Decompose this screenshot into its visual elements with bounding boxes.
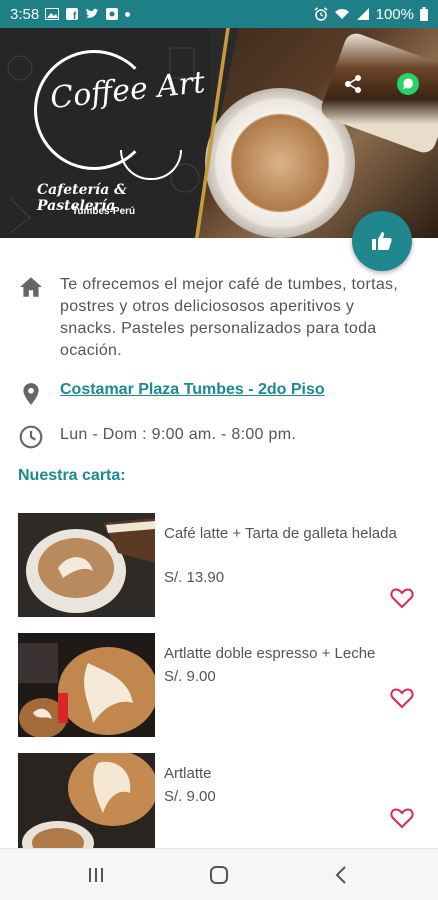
recent-apps-icon[interactable] [84,863,108,887]
menu-item[interactable]: Artlatte S/. 9.00 [18,753,428,848]
battery-icon [420,7,428,21]
menu-item-price: S/. 9.00 [164,668,216,685]
back-icon[interactable] [330,863,354,887]
alarm-icon [314,7,328,21]
status-bar: 3:58 f 100% [0,0,438,28]
menu-item[interactable]: Artlatte doble espresso + Leche S/. 9.00 [18,633,428,737]
thumbs-up-icon [372,232,392,250]
clock-icon [19,425,43,449]
heart-icon[interactable] [390,687,414,709]
menu-item-photo [18,753,155,848]
logo-location: Tumbes-Perú [72,206,136,217]
wifi-icon [334,9,349,19]
heart-icon[interactable] [390,807,414,829]
hours-text: Lun - Dom : 9:00 am. - 8:00 pm. [60,426,297,443]
menu-title: Nuestra carta: [18,467,126,484]
description-text: Te ofrecemos el mejor café de tumbes, to… [60,276,399,359]
location-pin-icon [23,383,39,405]
hero-banner: Coffee Art Cafetería & Pastelería Tumbes… [0,28,438,238]
hours-row: Lun - Dom : 9:00 am. - 8:00 pm. [18,424,296,450]
latte-cake-photo [18,513,155,617]
menu-item-price: S/. 9.00 [164,788,216,805]
menu-item[interactable]: Café latte + Tarta de galleta helada S/.… [18,513,428,617]
signal-icon [356,8,369,20]
menu-item-name: Artlatte doble espresso + Leche [164,645,376,662]
facebook-icon: f [66,8,79,20]
twitter-icon [86,8,99,18]
home-button-icon[interactable] [207,863,231,887]
artlatte-double-photo [18,633,155,737]
battery-percent: 100% [375,5,414,23]
address-row[interactable]: Costamar Plaza Tumbes - 2do Piso [18,381,325,407]
share-icon[interactable] [343,74,363,94]
address-link[interactable]: Costamar Plaza Tumbes - 2do Piso [60,381,325,407]
heart-icon[interactable] [390,587,414,609]
menu-item-name: Artlatte [164,765,212,782]
menu-item-name: Café latte + Tarta de galleta helada [164,525,397,542]
notification-dot [125,11,131,17]
logo-panel: Coffee Art Cafetería & Pastelería Tumbes… [0,28,210,238]
description-row: Te ofrecemos el mejor café de tumbes, to… [18,274,400,362]
menu-item-photo [18,633,155,737]
status-time: 3:58 [10,5,40,23]
gallery-icon [45,8,60,20]
system-nav-bar [0,848,438,900]
home-icon [20,277,42,297]
like-button[interactable] [352,211,412,271]
app-icon [106,8,119,20]
artlatte-photo [18,753,155,848]
menu-item-price: S/. 13.90 [164,569,225,586]
menu-item-photo [18,513,155,617]
whatsapp-icon[interactable] [396,72,420,96]
